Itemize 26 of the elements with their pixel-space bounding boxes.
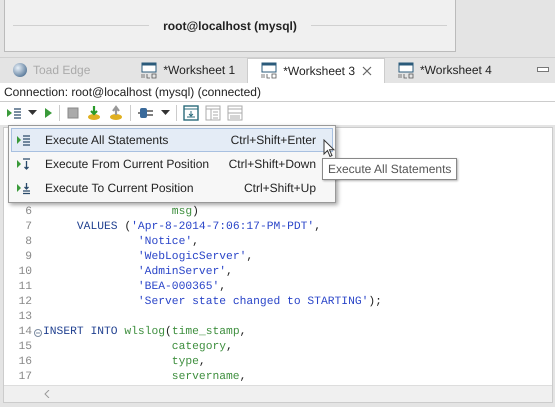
code-line: 'Server state changed to STARTING'); <box>138 295 382 310</box>
line-number: 8 <box>24 235 32 250</box>
code-line: INSERT INTO wlslog(time_stamp, <box>43 325 246 340</box>
tooltip: Execute All Statements <box>322 158 458 180</box>
code-line: 'AdminServer', <box>138 265 233 280</box>
header-title: root@localhost (mysql) <box>163 18 297 32</box>
line-number: 14 <box>17 325 32 340</box>
code-line: category, <box>172 340 233 355</box>
code-line: type, <box>172 355 206 370</box>
code-line: msg) <box>172 205 199 220</box>
line-number: 12 <box>17 295 32 310</box>
code-line: servername, <box>172 370 246 385</box>
line-number: 7 <box>24 220 32 235</box>
line-number: 6 <box>24 205 32 220</box>
line-number: 16 <box>17 355 32 370</box>
code-line: 'BEA-000365', <box>138 280 226 295</box>
code-line: 'Notice', <box>138 235 199 250</box>
line-number: 9 <box>24 250 32 265</box>
line-number: 10 <box>17 265 32 280</box>
connection-status: Connection: root@localhost (mysql) (connected) <box>0 82 555 102</box>
line-number: 15 <box>17 340 32 355</box>
line-number: 17 <box>17 370 32 385</box>
line-number: 13 <box>17 310 32 325</box>
code-line: VALUES ('Apr-8-2014-7:06:17-PM-PDT', <box>76 220 321 235</box>
line-number: 11 <box>17 280 32 295</box>
code-line: 'WebLogicServer', <box>138 250 254 265</box>
